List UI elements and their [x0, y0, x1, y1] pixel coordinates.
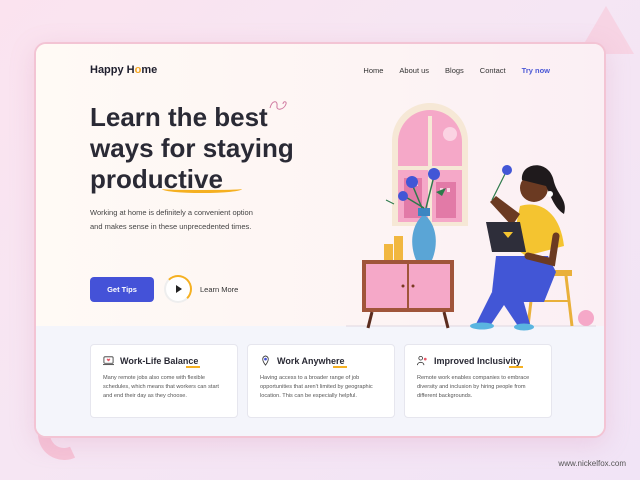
learn-more-label: Learn More [200, 284, 239, 294]
feature-title: Improved Inclusivity [434, 355, 524, 368]
feature-text: Having access to a broader range of job … [260, 375, 373, 399]
nav-blogs-link[interactable]: Blogs [445, 66, 464, 75]
hero-illustration [346, 103, 596, 331]
hero-headline: Learn the best ways for staying producti… [90, 102, 310, 195]
feature-title: Work Anywhere [277, 355, 347, 368]
logo[interactable]: Happy Home [90, 64, 157, 76]
nav-about-link[interactable]: About us [399, 66, 429, 75]
nav-home-link[interactable]: Home [363, 66, 383, 75]
get-tips-button[interactable]: Get Tips [90, 277, 154, 302]
feature-card-work-life-balance[interactable]: Work-Life Balance Many remote jobs also … [90, 344, 238, 418]
try-now-link[interactable]: Try now [522, 66, 550, 75]
learn-more-button[interactable]: Learn More [164, 275, 238, 303]
feature-text: Remote work enables companies to embrace… [417, 375, 530, 399]
feature-card-work-anywhere[interactable]: Work Anywhere Having access to a broader… [247, 344, 395, 418]
headline-line-2: ways for staying [90, 133, 294, 163]
main-nav: Home About us Blogs Contact Try now [363, 66, 550, 75]
squiggle-decoration [269, 101, 287, 110]
nav-contact-link[interactable]: Contact [480, 66, 506, 75]
website-url[interactable]: www.nickelfox.com [558, 459, 626, 468]
feature-text: Many remote jobs also come with flexible… [103, 375, 219, 399]
play-icon[interactable] [164, 275, 192, 303]
people-icon [417, 355, 427, 366]
hero-description: Working at home is definitely a convenie… [90, 208, 253, 231]
headline-underline [162, 185, 242, 193]
feature-title: Work-Life Balance [120, 355, 201, 368]
laptop-heart-icon [103, 356, 114, 366]
feature-card-improved-inclusivity[interactable]: Improved Inclusivity Remote work enables… [404, 344, 552, 418]
landing-page-card: Happy Home Home About us Blogs Contact T… [34, 42, 606, 438]
location-pin-icon [262, 355, 269, 366]
